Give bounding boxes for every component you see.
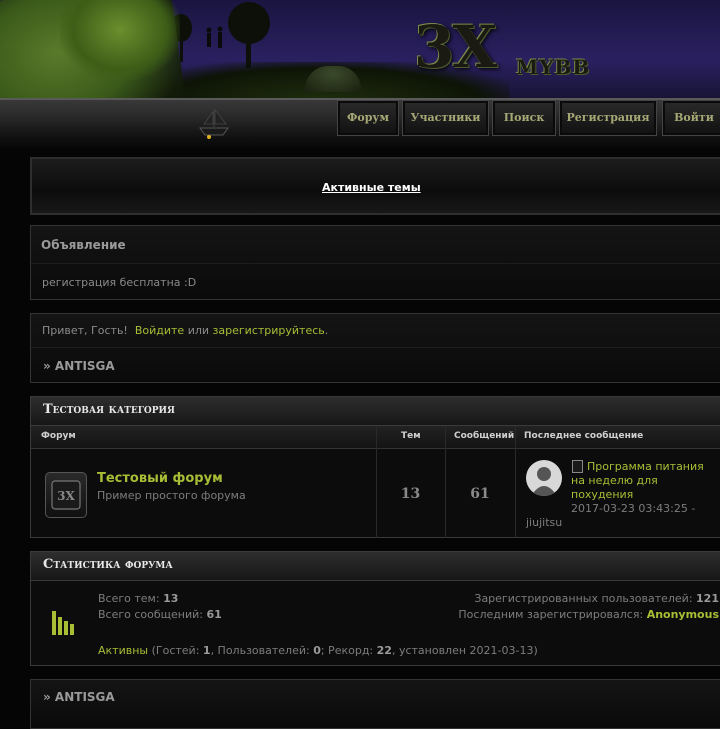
site-logo[interactable]: 3X (414, 18, 497, 76)
active-topics-link[interactable]: Активные темы (322, 181, 421, 194)
record-label: ; Рекорд: (320, 644, 377, 657)
last-post-date: 2017-03-23 03:43:25 - (571, 502, 696, 515)
column-divider (515, 426, 516, 538)
registered-users-label: Зарегистрированных пользователей: (474, 592, 693, 605)
bottom-breadcrumb-panel: » ANTISGA (30, 679, 720, 729)
divider (31, 347, 720, 348)
stats-title: Статистика форума (43, 557, 173, 572)
col-last-post: Последнее сообщение (524, 431, 644, 441)
record-value: 22 (376, 644, 392, 657)
leaves-decoration (60, 0, 180, 80)
online-users-label: , Пользователей: (210, 644, 314, 657)
registered-users-value: 121 (696, 592, 719, 605)
total-posts-value: 61 (206, 608, 222, 621)
last-post-link[interactable]: Программа питания на неделю для похудени… (571, 460, 720, 502)
category-header: Тестовая категория (31, 397, 720, 426)
guests-value: 1 (202, 644, 211, 657)
nav-forum[interactable]: Форум (337, 100, 399, 136)
last-registered-label: Последним зарегистрировался: (458, 608, 644, 621)
last-post-user[interactable]: jiujitsu (526, 516, 562, 529)
login-link[interactable]: Войдите (135, 324, 184, 337)
guests-label: (Гостей: (148, 644, 203, 657)
column-divider (376, 426, 377, 538)
online-line: Активны (Гостей: 1, Пользователей: 0; Ре… (98, 644, 538, 657)
stats-header: Статистика форума (31, 552, 720, 581)
stats-chart-icon (52, 611, 74, 635)
online-users-value: 0 (313, 644, 321, 657)
banner-tree (228, 2, 270, 44)
active-topics-box: Активные темы (30, 157, 720, 215)
banner-tree-trunk (246, 40, 251, 68)
or-text: или (187, 324, 210, 337)
period-text: . (324, 324, 329, 337)
column-divider (445, 426, 446, 538)
banner-tree-trunk (180, 40, 183, 62)
total-topics-value: 13 (163, 592, 179, 605)
announcement-panel: Объявление регистрация бесплатна :D (30, 225, 720, 300)
announcement-text: регистрация бесплатна :D (42, 276, 197, 289)
col-topics: Тем (401, 431, 421, 441)
posts-count: 61 (470, 486, 490, 502)
nav-members[interactable]: Участники (402, 100, 489, 136)
soldiers-silhouette (206, 26, 223, 48)
breadcrumb[interactable]: » ANTISGA (43, 690, 115, 704)
last-registered-user[interactable]: Anonymous (647, 608, 719, 621)
col-forum: Форум (41, 431, 76, 441)
nav-login[interactable]: Войти (662, 100, 720, 136)
register-link[interactable]: зарегистрируйтесь (213, 324, 325, 337)
avatar[interactable] (526, 460, 562, 496)
announcement-title: Объявление (41, 238, 126, 252)
forum-status-icon: 3X (45, 472, 87, 518)
total-topics-line: Всего тем: 13 (98, 592, 178, 605)
forum-description: Пример простого форума (97, 489, 246, 502)
total-topics-label: Всего тем: (98, 592, 160, 605)
site-logo-sub: MYBB (516, 55, 591, 79)
col-posts: Сообщений (454, 431, 515, 441)
nav-register[interactable]: Регистрация (559, 100, 657, 136)
welcome-line: Привет, Гость! Войдите или зарегистрируй… (42, 324, 328, 337)
ship-icon (199, 108, 229, 139)
svg-text:3X: 3X (57, 489, 75, 503)
forum-link[interactable]: Тестовый форум (97, 471, 223, 486)
record-date: , установлен 2021-03-13) (391, 644, 538, 657)
greeting-text: Привет, Гость! (42, 324, 128, 337)
last-registered-line: Последним зарегистрировался: Anonymous (458, 608, 719, 621)
topics-count: 13 (400, 486, 421, 502)
breadcrumb[interactable]: » ANTISGA (43, 359, 115, 373)
stats-panel: Статистика форума Всего тем: 13 Всего со… (30, 551, 720, 666)
category-table: Тестовая категория Форум Тем Сообщений П… (30, 396, 720, 538)
registered-users-line: Зарегистрированных пользователей: 121 (474, 592, 719, 605)
category-title[interactable]: Тестовая категория (43, 402, 175, 417)
total-posts-label: Всего сообщений: (98, 608, 203, 621)
welcome-panel: Привет, Гость! Войдите или зарегистрируй… (30, 313, 720, 383)
total-posts-line: Всего сообщений: 61 (98, 608, 222, 621)
online-link[interactable]: Активны (98, 644, 148, 657)
divider (31, 263, 720, 264)
nav-search[interactable]: Поиск (492, 100, 556, 136)
